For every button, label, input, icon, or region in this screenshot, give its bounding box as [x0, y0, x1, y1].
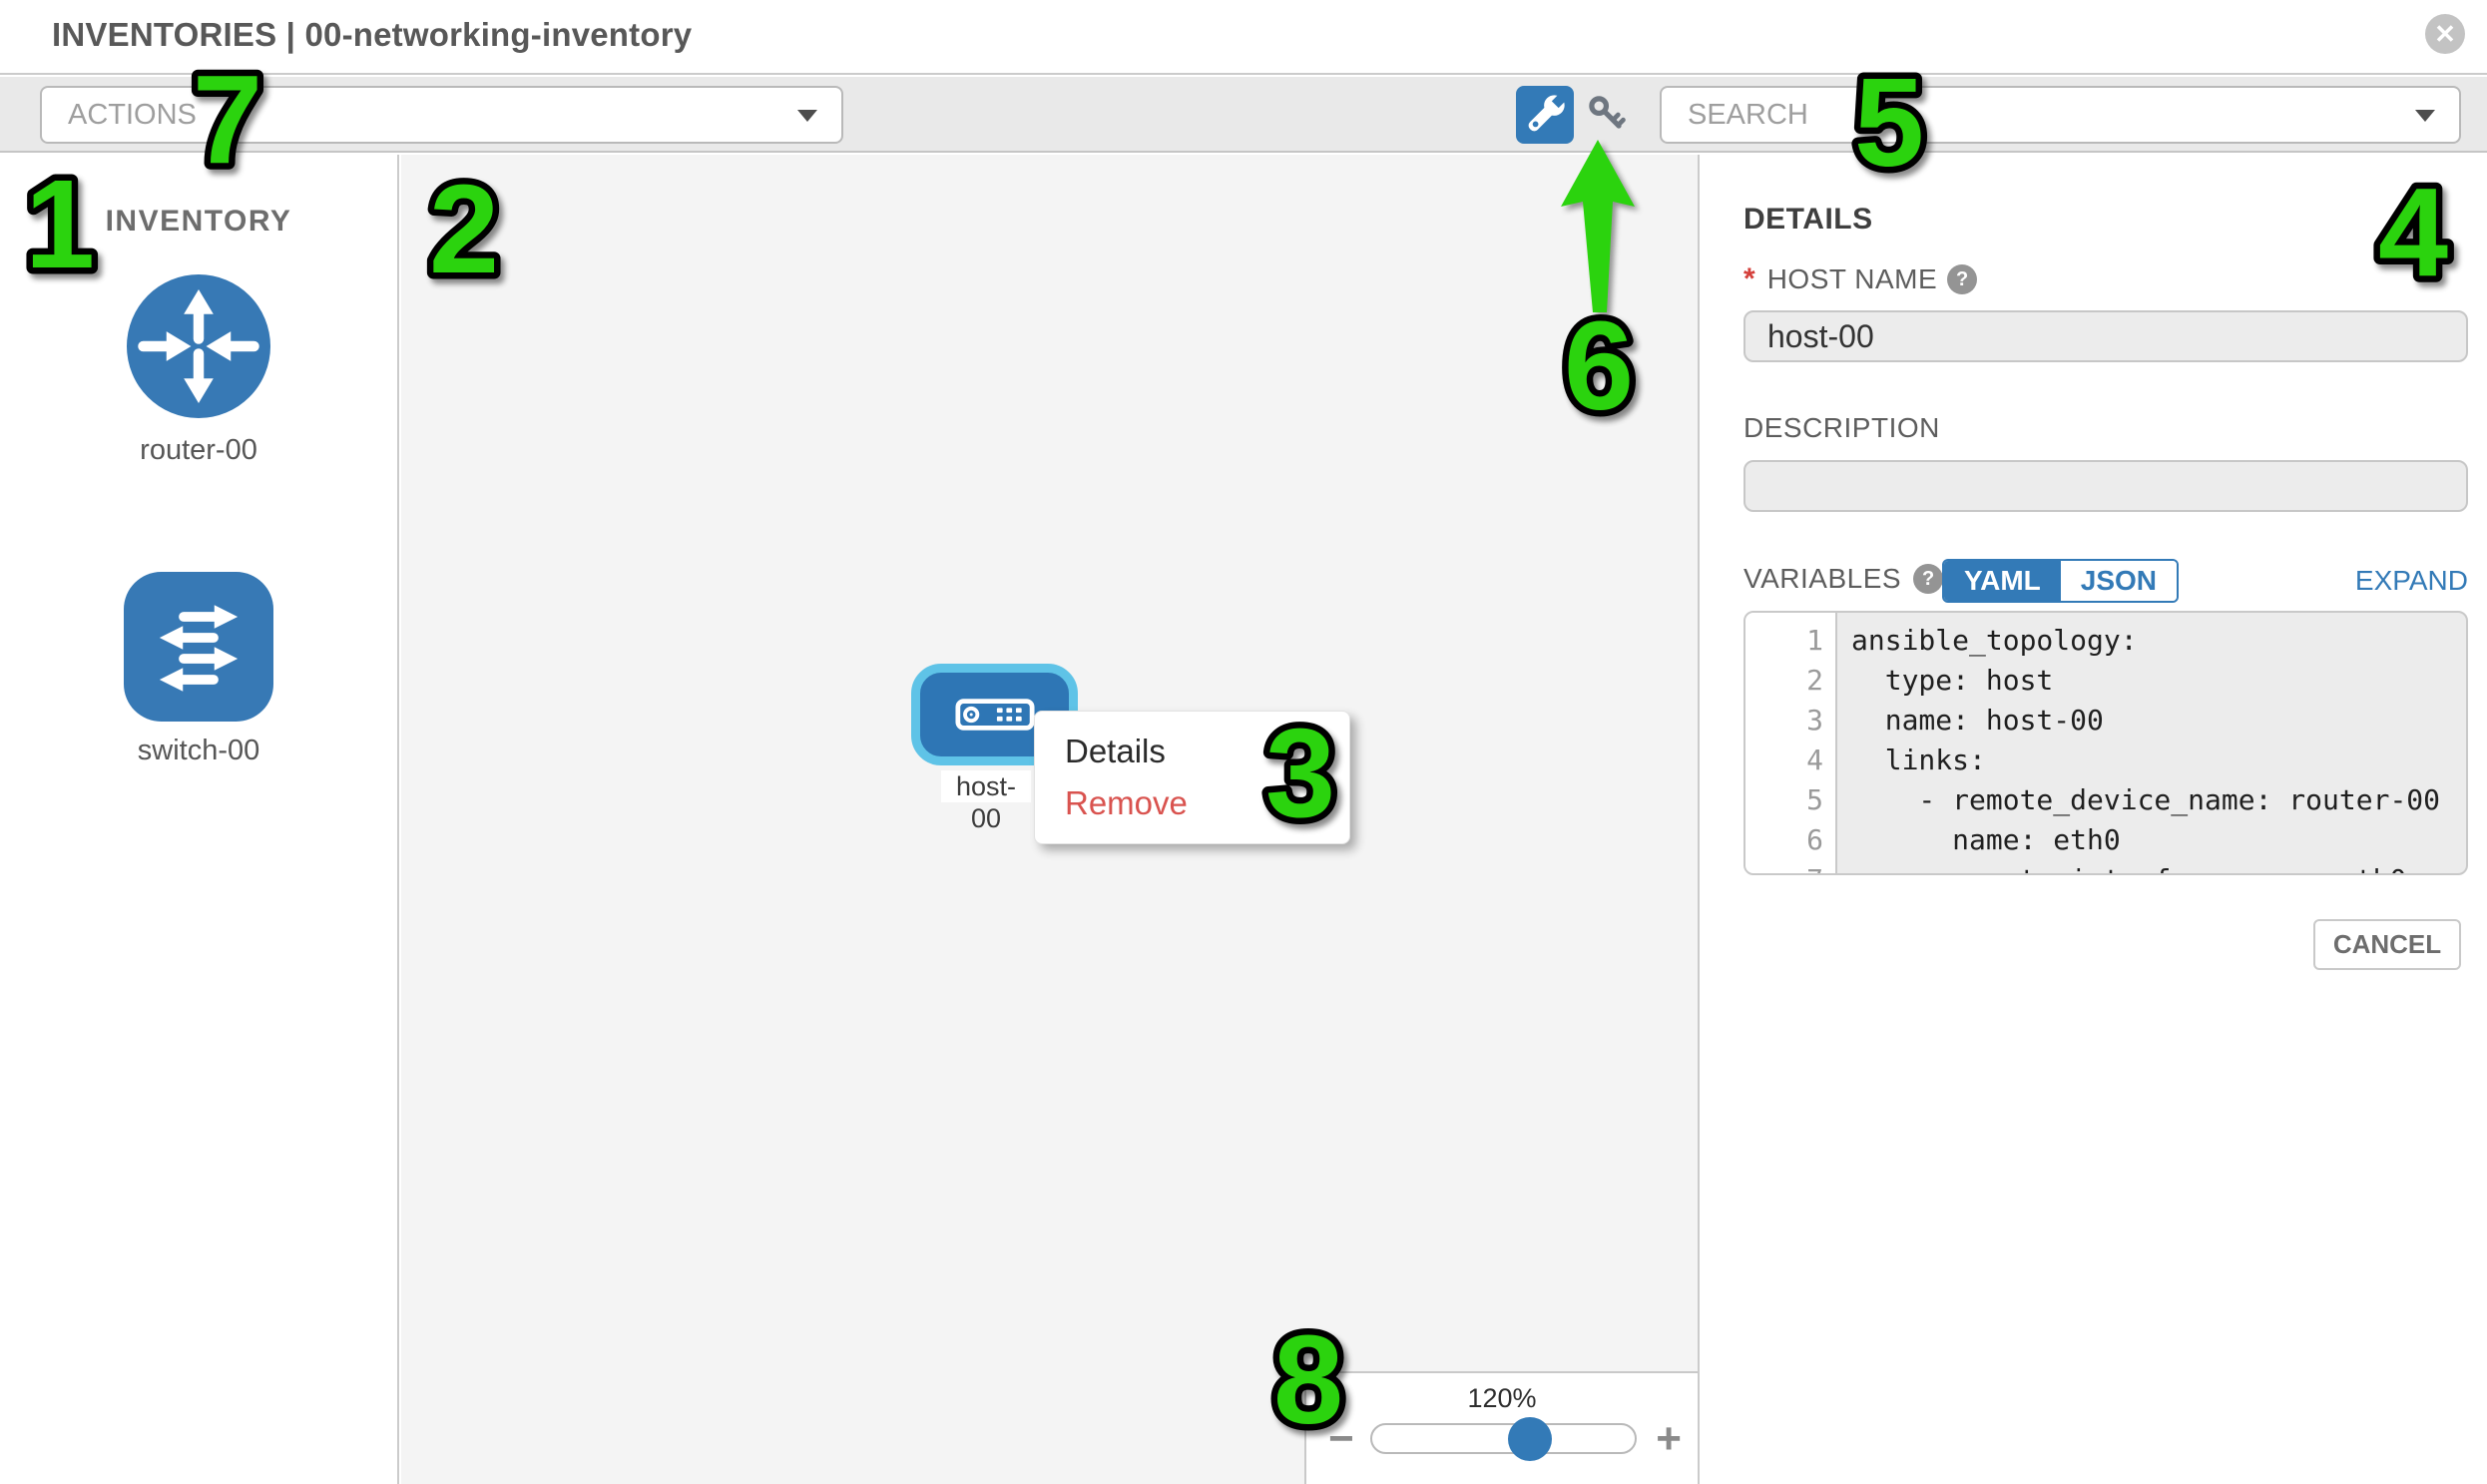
yaml-tab[interactable]: YAML	[1944, 561, 2061, 601]
expand-link[interactable]: EXPAND	[2355, 565, 2468, 597]
sidebar-device-router[interactable]: router-00	[0, 271, 397, 467]
zoom-out-button[interactable]: −	[1328, 1417, 1354, 1461]
details-panel: DETAILS * HOST NAME ? DESCRIPTION VARIAB…	[1702, 155, 2487, 1484]
host-node-label: host-00	[941, 770, 1031, 802]
host-name-input[interactable]	[1743, 310, 2468, 362]
code-text: type: host	[1837, 661, 2053, 701]
cancel-button[interactable]: CANCEL	[2313, 919, 2461, 970]
variables-row: VARIABLES ? YAML JSON EXPAND	[1743, 559, 2468, 605]
json-tab[interactable]: JSON	[2061, 561, 2177, 601]
variables-editor[interactable]: 1ansible_topology: 2 type: host 3 name: …	[1743, 611, 2468, 875]
router-icon	[124, 271, 273, 421]
code-row: 2 type: host	[1745, 661, 2466, 701]
line-number: 3	[1745, 701, 1837, 741]
actions-dropdown-label: ACTIONS	[68, 99, 197, 132]
code-row: 6 name: eth0	[1745, 820, 2466, 860]
device-label: router-00	[0, 434, 397, 467]
chevron-down-icon	[797, 110, 817, 122]
zoom-control: 120% − +	[1304, 1371, 1698, 1484]
code-row: 3 name: host-00	[1745, 701, 2466, 741]
required-marker: *	[1743, 262, 1755, 296]
code-row: 5 - remote_device_name: router-00	[1745, 780, 2466, 820]
code-text: name: eth0	[1837, 820, 2121, 860]
code-text: links:	[1837, 741, 1986, 780]
device-label: switch-00	[0, 735, 397, 767]
details-heading: DETAILS	[1743, 203, 1873, 237]
inventory-topology-app: INVENTORIES | 00-networking-inventory ✕ …	[0, 0, 2487, 1484]
sidebar-heading: INVENTORY	[0, 205, 397, 239]
key-icon	[1583, 90, 1633, 140]
context-menu: Details Remove	[1034, 711, 1350, 844]
zoom-slider-thumb[interactable]	[1508, 1417, 1552, 1461]
code-text: name: host-00	[1837, 701, 2104, 741]
line-number: 7	[1745, 860, 1837, 875]
sidebar-device-switch[interactable]: switch-00	[0, 572, 397, 767]
line-number: 1	[1745, 621, 1837, 661]
actions-dropdown[interactable]: ACTIONS	[40, 86, 843, 144]
line-number: 6	[1745, 820, 1837, 860]
help-icon[interactable]: ?	[1947, 264, 1977, 294]
inventory-sidebar: INVENTORY router-00	[0, 155, 399, 1484]
code-row: 4 links:	[1745, 741, 2466, 780]
context-menu-remove[interactable]: Remove	[1065, 777, 1349, 829]
description-label: DESCRIPTION	[1743, 412, 1940, 444]
line-number: 4	[1745, 741, 1837, 780]
host-server-icon	[955, 698, 1035, 732]
close-icon[interactable]: ✕	[2425, 14, 2465, 54]
page-title: INVENTORIES | 00-networking-inventory	[52, 16, 692, 54]
zoom-slider[interactable]	[1370, 1423, 1637, 1454]
host-name-label-row: * HOST NAME ?	[1743, 262, 1977, 296]
editor-code: 1ansible_topology: 2 type: host 3 name: …	[1745, 621, 2466, 875]
code-text: - remote_device_name: router-00	[1837, 780, 2440, 820]
chevron-down-icon	[2415, 110, 2435, 122]
format-toggle: YAML JSON	[1942, 559, 2179, 603]
tools-button[interactable]	[1516, 86, 1574, 144]
zoom-level: 120%	[1306, 1383, 1698, 1414]
search-dropdown-label: SEARCH	[1688, 99, 1808, 132]
search-dropdown[interactable]: SEARCH	[1660, 86, 2461, 144]
switch-icon	[124, 572, 273, 722]
variables-label: VARIABLES	[1743, 563, 1901, 595]
context-menu-details[interactable]: Details	[1065, 726, 1349, 777]
toolbar: ACTIONS	[0, 77, 2487, 153]
title-bar: INVENTORIES | 00-networking-inventory ✕	[0, 0, 2487, 75]
topology-canvas[interactable]: host-00 Details Remove 120% − +	[401, 155, 1700, 1484]
line-number: 5	[1745, 780, 1837, 820]
host-name-label: HOST NAME	[1767, 263, 1937, 295]
code-row: 1ansible_topology:	[1745, 621, 2466, 661]
code-row: 7 remote_interface_name: eth0	[1745, 860, 2466, 875]
description-label-row: DESCRIPTION	[1743, 412, 1940, 444]
line-number: 2	[1745, 661, 1837, 701]
description-input[interactable]	[1743, 460, 2468, 512]
code-text: remote_interface_name: eth0	[1837, 860, 2406, 875]
help-icon[interactable]: ?	[1913, 564, 1943, 594]
credentials-button[interactable]	[1583, 90, 1633, 140]
wrench-icon	[1516, 86, 1574, 144]
code-text: ansible_topology:	[1837, 621, 2138, 661]
zoom-in-button[interactable]: +	[1656, 1417, 1682, 1461]
